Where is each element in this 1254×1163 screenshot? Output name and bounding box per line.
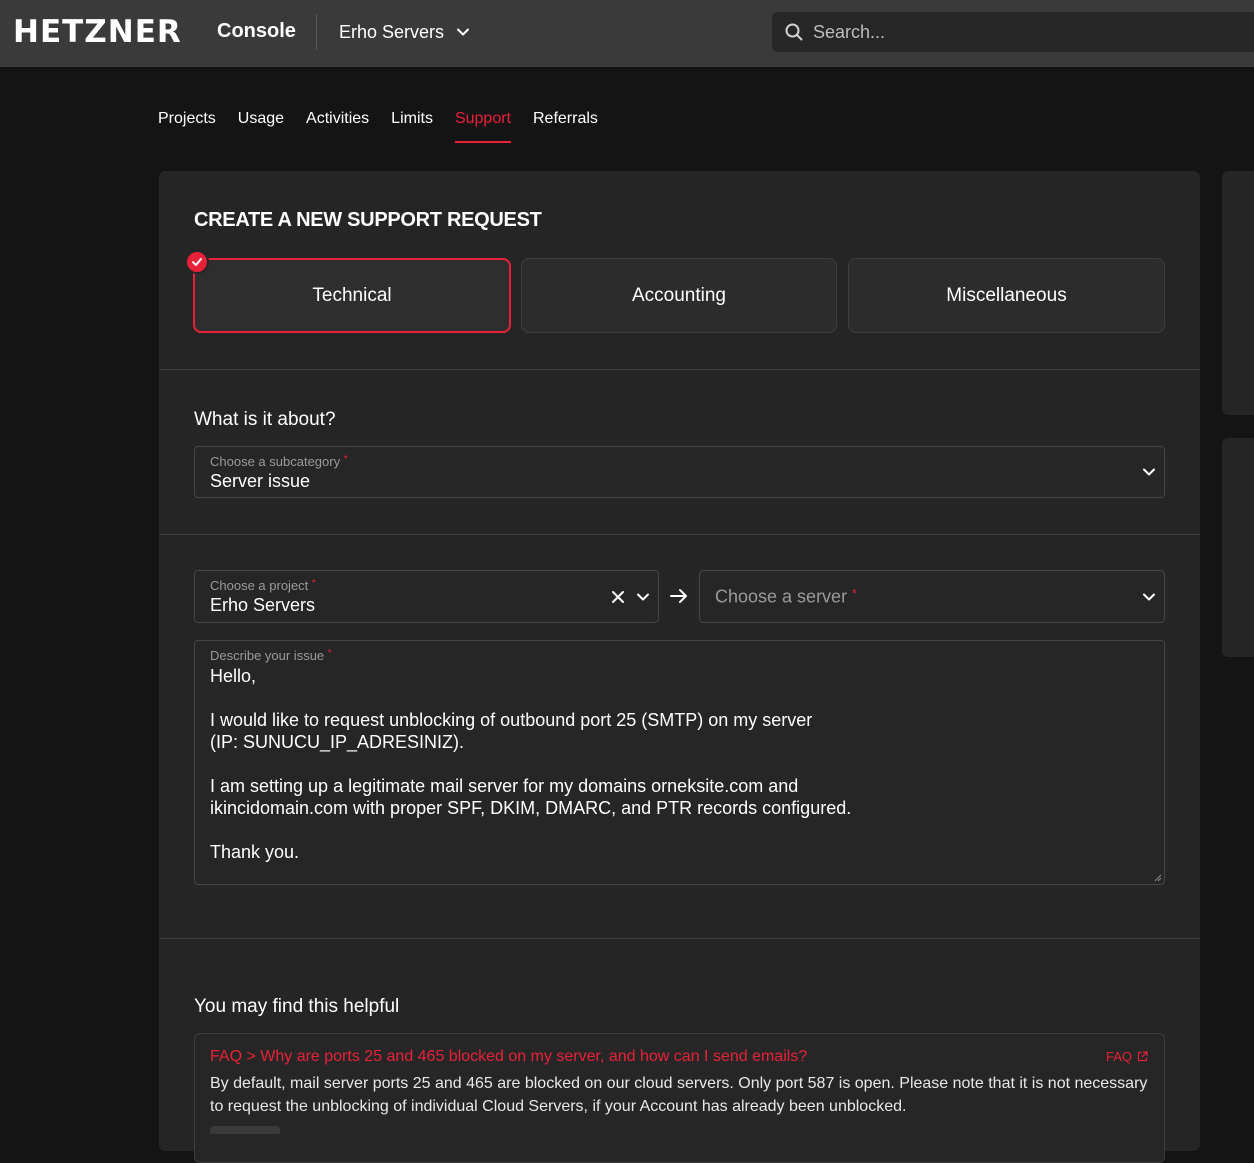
type-accounting-button[interactable]: Accounting — [521, 258, 837, 333]
resize-handle-icon[interactable] — [1152, 872, 1162, 882]
server-select[interactable]: Choose a server * — [699, 570, 1165, 623]
server-placeholder: Choose a server * — [715, 586, 857, 606]
faq-card: FAQ > Why are ports 25 and 465 blocked o… — [194, 1033, 1165, 1163]
type-accounting-label: Accounting — [631, 284, 726, 306]
faq-body: By default, mail server ports 25 and 465… — [210, 1075, 1148, 1115]
divider — [159, 369, 1200, 370]
support-request-card: CREATE A NEW SUPPORT REQUEST Technical A… — [159, 171, 1200, 1163]
clear-icon[interactable] — [611, 590, 625, 604]
faq-badge: FAQ — [1105, 1049, 1132, 1064]
subcategory-select[interactable]: Choose a subcategory * Server issue — [194, 446, 1165, 498]
checkmark-icon — [185, 250, 209, 274]
project-value: Erho Servers — [210, 595, 316, 615]
main-tabs: Projects Usage Activities Limits Support… — [158, 108, 598, 143]
tab-support[interactable]: Support — [454, 108, 511, 143]
type-technical-button[interactable]: Technical — [193, 258, 511, 333]
tab-usage[interactable]: Usage — [238, 108, 284, 143]
about-heading: What is it about? — [194, 409, 336, 430]
type-technical-label: Technical — [312, 284, 392, 306]
tab-limits[interactable]: Limits — [391, 108, 433, 143]
project-select[interactable]: Choose a project * Erho Servers — [194, 570, 659, 623]
issue-label: Describe your issue * — [210, 648, 332, 663]
search-icon — [785, 23, 803, 41]
issue-text: Hello, I would like to request unblockin… — [210, 666, 852, 862]
divider — [159, 534, 1200, 535]
faq-external-link[interactable]: FAQ — [1106, 1049, 1148, 1064]
subcategory-label: Choose a subcategory * — [210, 454, 348, 469]
search-bar[interactable] — [772, 12, 1254, 52]
hetzner-logo[interactable]: HETZNER — [13, 14, 182, 50]
page-title: CREATE A NEW SUPPORT REQUEST — [194, 209, 542, 231]
chevron-down-icon — [457, 28, 470, 36]
issue-textarea[interactable]: Describe your issue * Hello, I would lik… — [194, 640, 1165, 885]
faq-more-button[interactable] — [210, 1126, 280, 1134]
type-miscellaneous-button[interactable]: Miscellaneous — [848, 258, 1165, 333]
arrow-right-icon — [670, 589, 687, 603]
project-selector-label: Erho Servers — [339, 22, 445, 42]
side-panel-top — [1222, 171, 1254, 415]
subcategory-value: Server issue — [210, 471, 311, 491]
tab-projects[interactable]: Projects — [158, 108, 216, 143]
external-link-icon — [1137, 1051, 1148, 1062]
chevron-down-icon — [1143, 468, 1155, 476]
helpful-heading: You may find this helpful — [194, 996, 400, 1017]
tab-referrals[interactable]: Referrals — [533, 108, 598, 143]
divider — [159, 938, 1200, 939]
chevron-down-icon — [1143, 593, 1155, 600]
console-label[interactable]: Console — [217, 19, 296, 43]
faq-title-link[interactable]: FAQ > Why are ports 25 and 465 blocked o… — [210, 1048, 807, 1066]
type-miscellaneous-label: Miscellaneous — [946, 284, 1067, 306]
project-label: Choose a project * — [210, 578, 316, 593]
project-selector[interactable]: Erho Servers — [339, 20, 470, 44]
search-input[interactable] — [813, 21, 1213, 43]
side-panel-middle — [1222, 438, 1254, 657]
chevron-down-icon — [637, 593, 649, 600]
tab-activities[interactable]: Activities — [306, 108, 369, 143]
topbar-divider — [316, 14, 317, 50]
top-bar: HETZNER Console Erho Servers — [0, 0, 1254, 67]
